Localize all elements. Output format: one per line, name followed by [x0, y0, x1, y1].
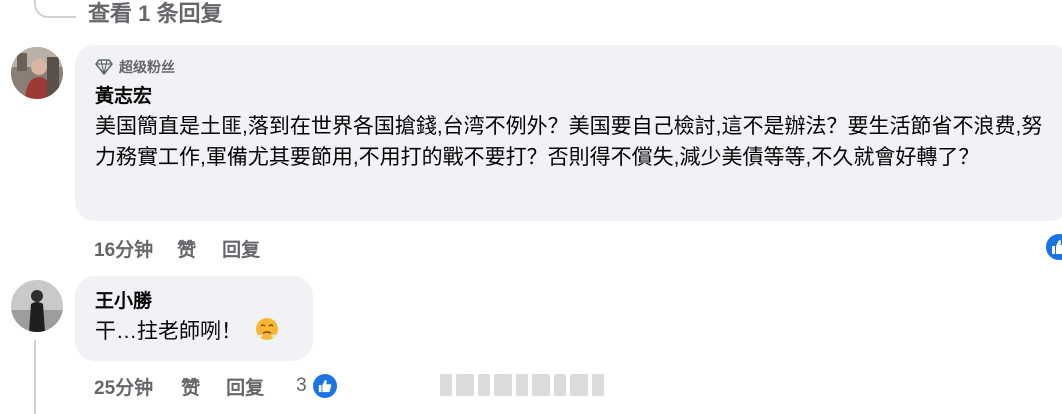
comment-author[interactable]: 黃志宏: [95, 85, 1062, 109]
like-reaction-icon[interactable]: [1044, 232, 1062, 262]
redacted-watermark: [440, 374, 604, 396]
avatar-photo-icon: [11, 280, 63, 332]
like-button[interactable]: 赞: [181, 373, 200, 400]
avatar[interactable]: [11, 280, 63, 332]
like-reaction-icon: [310, 372, 339, 400]
comment-timestamp[interactable]: 25分钟: [94, 373, 153, 400]
comment-bubble: 超级粉丝 黃志宏 美国簡直是土匪,落到在世界各国搶錢,台湾不例外？美国要自己檢討…: [75, 45, 1062, 221]
comment-actions: 25分钟 赞 回复 3: [94, 372, 339, 400]
reaction-summary[interactable]: 3: [296, 372, 339, 400]
badge-label: 超级粉丝: [119, 59, 175, 75]
comment-text: 美国簡直是土匪,落到在世界各国搶錢,台湾不例外？美国要自己檢討,這不是辦法？要生…: [95, 115, 1043, 169]
comment-text: 干…拄老師咧！: [95, 320, 242, 343]
like-button[interactable]: 赞: [177, 235, 196, 262]
thread-line: [34, 340, 36, 414]
avatar[interactable]: [11, 47, 63, 99]
diamond-icon: [95, 59, 113, 75]
comment-bubble: 王小勝 干…拄老師咧！: [75, 276, 313, 361]
reply-button[interactable]: 回复: [226, 373, 264, 400]
avatar-photo-icon: [11, 47, 63, 99]
view-replies-link[interactable]: 查看 1 条回复: [88, 0, 222, 28]
thumbs-up-icon: [1052, 240, 1062, 254]
comment-actions: 16分钟 赞 回复: [94, 235, 260, 262]
super-fan-badge: 超级粉丝: [95, 57, 1062, 77]
comment-author[interactable]: 王小勝: [95, 290, 313, 314]
steaming-face-emoji-icon: [255, 318, 278, 340]
comment-text-row: 干…拄老師咧！: [95, 316, 313, 347]
thumbs-up-icon: [318, 379, 331, 393]
reply-button[interactable]: 回复: [222, 235, 260, 262]
comment-timestamp[interactable]: 16分钟: [94, 235, 153, 262]
reaction-count: 3: [296, 375, 307, 396]
thread-connector-curve: [34, 0, 76, 18]
